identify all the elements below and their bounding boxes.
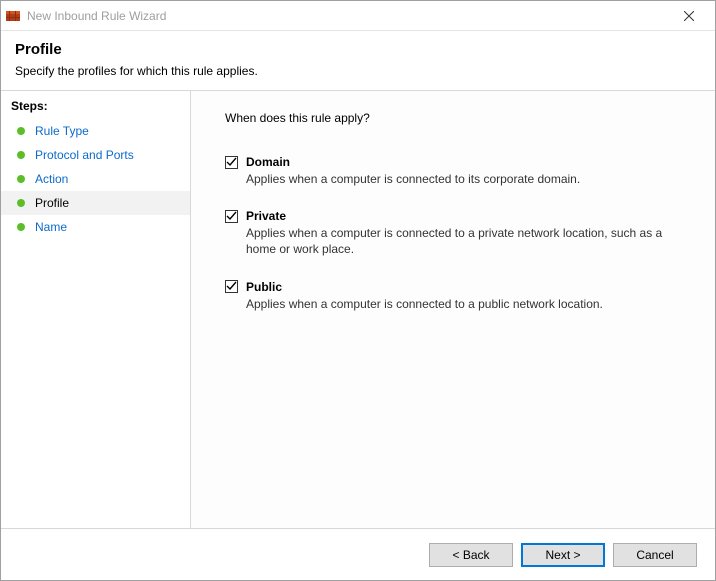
checkbox-public[interactable] — [225, 280, 238, 293]
checkbox-private[interactable] — [225, 210, 238, 223]
step-label: Profile — [35, 196, 69, 210]
profile-desc: Applies when a computer is connected to … — [246, 296, 676, 312]
wizard-body: Steps: Rule Type Protocol and Ports Acti… — [1, 91, 715, 528]
step-rule-type[interactable]: Rule Type — [1, 119, 190, 143]
wizard-header: Profile Specify the profiles for which t… — [1, 31, 715, 91]
step-bullet-icon — [17, 175, 25, 183]
step-bullet-icon — [17, 199, 25, 207]
profile-name: Domain — [246, 155, 290, 169]
page-title: Profile — [15, 41, 701, 58]
step-bullet-icon — [17, 151, 25, 159]
profile-row: Domain — [225, 155, 691, 169]
checkbox-domain[interactable] — [225, 156, 238, 169]
firewall-icon — [5, 8, 21, 24]
profile-domain-block: Domain Applies when a computer is connec… — [225, 155, 691, 187]
step-protocol-ports[interactable]: Protocol and Ports — [1, 143, 190, 167]
step-label: Rule Type — [35, 124, 89, 138]
page-subtitle: Specify the profiles for which this rule… — [15, 64, 701, 78]
profile-private-block: Private Applies when a computer is conne… — [225, 209, 691, 257]
titlebar: New Inbound Rule Wizard — [1, 1, 715, 31]
content-pane: When does this rule apply? Domain Applie… — [191, 91, 715, 528]
next-button[interactable]: Next > — [521, 543, 605, 567]
profile-desc: Applies when a computer is connected to … — [246, 225, 676, 257]
wizard-window: New Inbound Rule Wizard Profile Specify … — [0, 0, 716, 581]
back-button[interactable]: < Back — [429, 543, 513, 567]
profile-name: Private — [246, 209, 286, 223]
steps-heading: Steps: — [1, 95, 190, 119]
profile-name: Public — [246, 280, 282, 294]
profile-row: Private — [225, 209, 691, 223]
profile-desc: Applies when a computer is connected to … — [246, 171, 676, 187]
cancel-button[interactable]: Cancel — [613, 543, 697, 567]
step-bullet-icon — [17, 223, 25, 231]
step-bullet-icon — [17, 127, 25, 135]
profile-public-block: Public Applies when a computer is connec… — [225, 280, 691, 312]
step-action[interactable]: Action — [1, 167, 190, 191]
content-question: When does this rule apply? — [225, 111, 691, 125]
step-profile[interactable]: Profile — [1, 191, 190, 215]
close-button[interactable] — [666, 2, 711, 30]
wizard-footer: < Back Next > Cancel — [1, 528, 715, 580]
step-name[interactable]: Name — [1, 215, 190, 239]
steps-sidebar: Steps: Rule Type Protocol and Ports Acti… — [1, 91, 191, 528]
step-label: Protocol and Ports — [35, 148, 134, 162]
step-label: Name — [35, 220, 67, 234]
window-title: New Inbound Rule Wizard — [27, 9, 666, 23]
profile-row: Public — [225, 280, 691, 294]
step-label: Action — [35, 172, 68, 186]
